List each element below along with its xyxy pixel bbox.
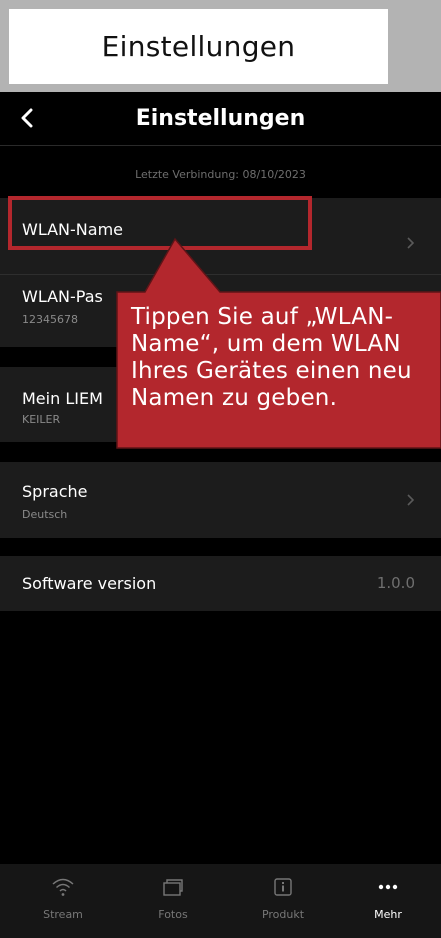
tab-fotos[interactable]: Fotos <box>118 864 228 938</box>
language-value: Deutsch <box>22 508 68 521</box>
settings-row-wlan-name[interactable]: WLAN-Name <box>0 198 441 274</box>
back-button[interactable] <box>20 102 50 134</box>
tab-stream-label: Stream <box>43 908 83 921</box>
tab-stream[interactable]: Stream <box>8 864 118 938</box>
my-device-label: Mein LIEM <box>22 389 103 408</box>
wlan-password-value: 12345678 <box>22 313 78 326</box>
wlan-name-label: WLAN-Name <box>22 220 123 239</box>
tab-fotos-label: Fotos <box>158 908 188 921</box>
tab-produkt[interactable]: Produkt <box>228 864 338 938</box>
chevron-right-icon <box>407 494 415 506</box>
my-device-value: KEILER <box>22 413 61 426</box>
tooltip-text: Tippen Sie auf „WLAN- Name“, um dem WLAN… <box>131 304 412 411</box>
chevron-right-icon <box>407 237 415 249</box>
tab-bar: Stream Fotos Produkt Mehr <box>0 864 441 938</box>
wifi-icon <box>8 876 118 898</box>
nav-divider <box>0 145 441 146</box>
nav-bar: Einstellungen <box>0 92 441 147</box>
photos-icon <box>118 876 228 898</box>
phone-screen: Einstellungen Letzte Verbindung: 08/10/2… <box>0 92 441 938</box>
page: Einstellungen Einstellungen Letzte Verbi… <box>0 0 441 938</box>
caption-box: Einstellungen <box>9 9 388 84</box>
software-version-value: 1.0.0 <box>376 574 415 592</box>
tab-mehr[interactable]: Mehr <box>333 864 441 938</box>
settings-row-language[interactable]: Sprache Deutsch <box>0 462 441 538</box>
info-icon <box>228 876 338 898</box>
software-version-label: Software version <box>22 574 157 593</box>
caption-title: Einstellungen <box>101 30 296 63</box>
more-icon <box>333 876 441 898</box>
page-title: Einstellungen <box>135 106 306 131</box>
tab-mehr-label: Mehr <box>374 908 402 921</box>
last-connection-text: Letzte Verbindung: 08/10/2023 <box>135 168 306 181</box>
settings-row-software-version: Software version 1.0.0 <box>0 556 441 611</box>
tab-produkt-label: Produkt <box>261 908 305 921</box>
chevron-left-icon <box>21 108 33 128</box>
wlan-password-label: WLAN-Pas <box>22 287 103 306</box>
language-label: Sprache <box>22 482 88 501</box>
